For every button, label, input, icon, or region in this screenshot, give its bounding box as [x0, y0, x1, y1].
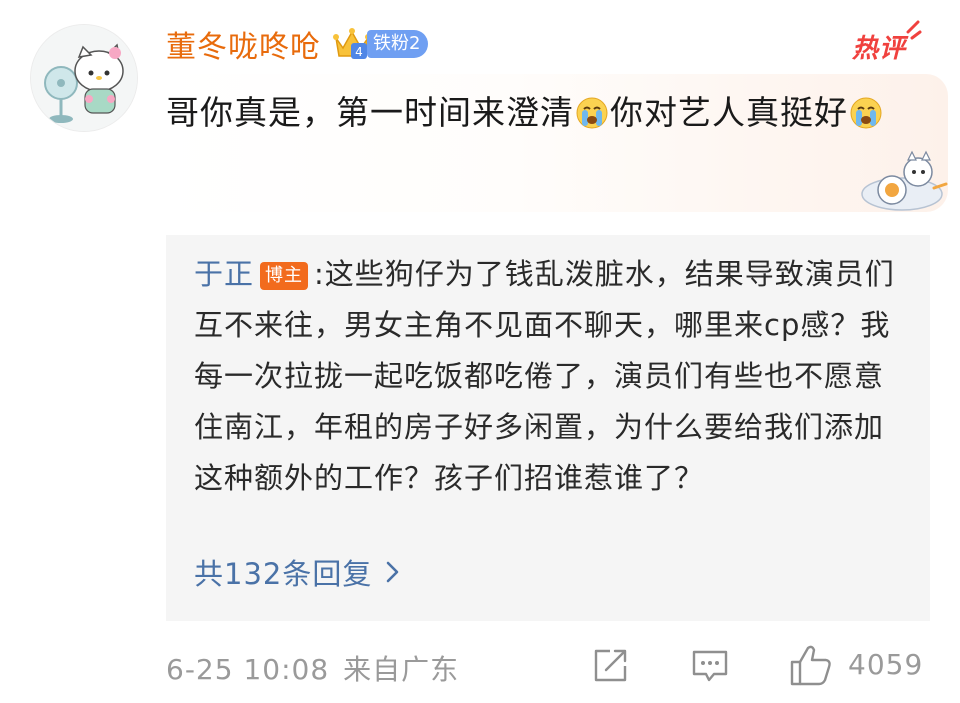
like-count: 4059 [848, 648, 924, 681]
comment-card: 董冬咙咚呛 4 铁粉2 热评 哥你真是，第一时间来澄清 你对艺人真挺好 于正 博… [0, 0, 960, 703]
comment-header: 董冬咙咚呛 4 铁粉2 [166, 20, 429, 68]
chevron-right-icon [387, 561, 399, 583]
comment-footer: 6-25 10:08 来自广东 4059 [166, 642, 936, 692]
comment-date: 6-25 10:08 [166, 653, 330, 686]
like-icon[interactable] [788, 642, 834, 688]
avatar-image [31, 25, 137, 131]
mascot-sticker-icon [861, 150, 948, 211]
view-replies-link[interactable]: 共132条回复 [194, 551, 400, 593]
reply-count-label: 共132条回复 [194, 557, 373, 591]
reply-body: 于正 博主:这些狗仔为了钱乱泼脏水，结果导致演员们互不来往，男女主角不见面不聊天，… [194, 249, 904, 504]
fan-level: 4 [355, 45, 363, 59]
comment-meta: 6-25 10:08 来自广东 [166, 648, 459, 688]
fan-badge[interactable]: 铁粉2 [367, 30, 429, 58]
crying-emoji-icon [850, 97, 882, 129]
share-icon[interactable] [590, 646, 630, 686]
reply-preview[interactable]: 于正 博主:这些狗仔为了钱乱泼脏水，结果导致演员们互不来往，男女主角不见面不聊天，… [166, 235, 930, 621]
comment-text[interactable]: 哥你真是，第一时间来澄清 你对艺人真挺好 [166, 82, 906, 144]
hot-tag-label: 热评 [852, 34, 907, 64]
username[interactable]: 董冬咙咚呛 [166, 22, 321, 66]
avatar[interactable] [30, 24, 138, 132]
comment-text-part1: 哥你真是，第一时间来澄清 [166, 93, 574, 132]
reply-text: 这些狗仔为了钱乱泼脏水，结果导致演员们互不来往，男女主角不见面不聊天，哪里来cp… [194, 257, 895, 495]
hot-tag: 热评 [852, 20, 922, 64]
comment-icon[interactable] [690, 646, 730, 686]
comment-location: 来自广东 [343, 653, 460, 686]
crown-icon: 4 [333, 28, 371, 59]
reply-separator: : [314, 257, 325, 291]
hot-rays-icon [906, 20, 922, 40]
comment-text-part2: 你对艺人真挺好 [610, 93, 848, 132]
owner-badge: 博主 [260, 262, 309, 290]
reply-author[interactable]: 于正 [194, 257, 254, 291]
crying-emoji-icon [576, 97, 608, 129]
